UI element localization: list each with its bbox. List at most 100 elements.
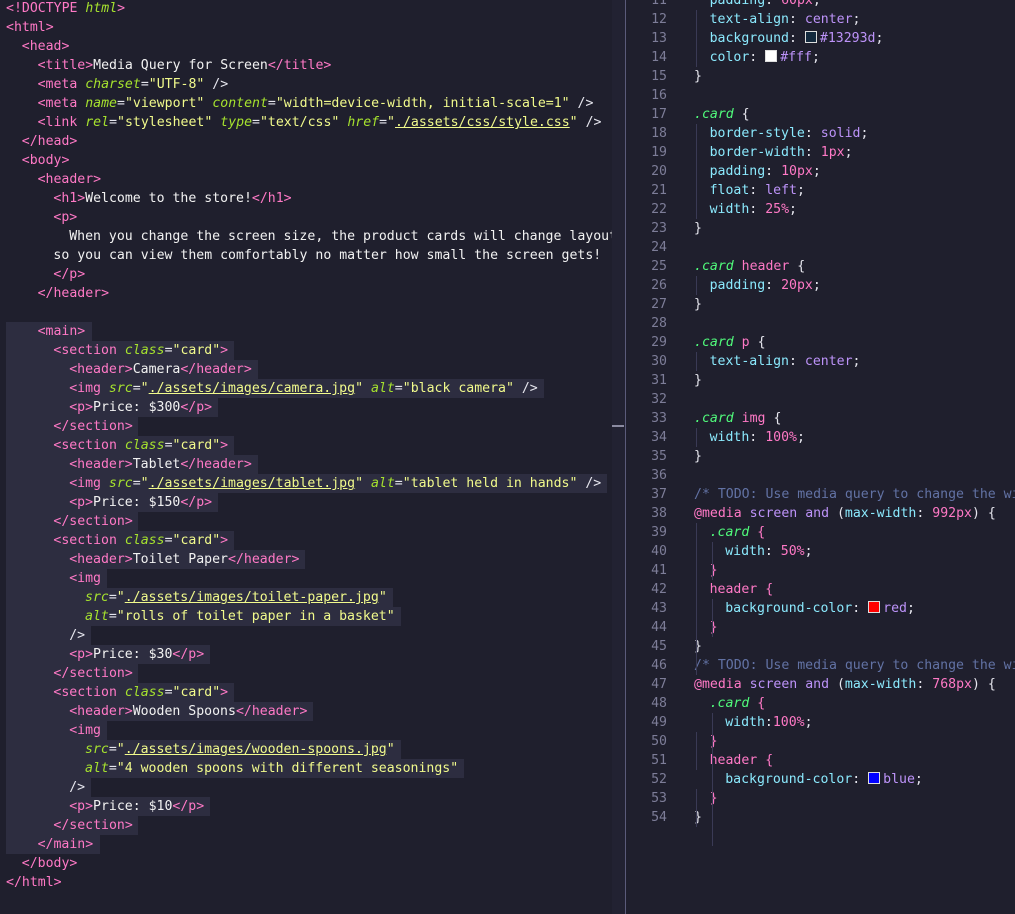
code-line[interactable]: <header>Wooden Spoons</header> — [6, 702, 612, 721]
color-swatch-icon[interactable] — [868, 772, 881, 784]
color-swatch-icon[interactable] — [804, 31, 817, 43]
code-line[interactable]: <header> — [6, 170, 612, 189]
code-line[interactable]: alt="rolls of toilet paper in a basket" — [6, 607, 612, 626]
code-line[interactable]: header { — [694, 751, 1015, 770]
code-line[interactable]: </main> — [6, 835, 612, 854]
css-code-area[interactable]: padding: 60px; text-align: center; backgro… — [694, 0, 1015, 846]
code-line[interactable]: } — [694, 789, 1015, 808]
code-line[interactable]: <section class="card"> — [6, 436, 612, 455]
code-line[interactable]: width: 100%; — [694, 428, 1015, 447]
code-line[interactable]: src="./assets/images/wooden-spoons.jpg" — [6, 740, 612, 759]
code-line[interactable]: <title>Media Query for Screen</title> — [6, 56, 612, 75]
code-line[interactable]: <h1>Welcome to the store!</h1> — [6, 189, 612, 208]
code-line[interactable]: <link rel="stylesheet" type="text/css" h… — [6, 113, 612, 132]
code-line[interactable]: } — [694, 219, 1015, 238]
code-line[interactable]: When you change the screen size, the pro… — [6, 227, 612, 246]
code-line[interactable]: so you can view them comfortably no matt… — [6, 246, 612, 265]
code-line[interactable]: } — [694, 371, 1015, 390]
code-line[interactable] — [694, 466, 1015, 485]
code-line[interactable]: <section class="card"> — [6, 341, 612, 360]
code-line[interactable] — [694, 238, 1015, 257]
code-line[interactable]: </section> — [6, 816, 612, 835]
code-line[interactable]: @media screen and (max-width: 768px) { — [694, 675, 1015, 694]
code-line[interactable]: <meta charset="UTF-8" /> — [6, 75, 612, 94]
code-line[interactable]: .card { — [694, 694, 1015, 713]
code-line[interactable]: header { — [694, 580, 1015, 599]
code-line[interactable]: .card header { — [694, 257, 1015, 276]
code-line[interactable]: float: left; — [694, 181, 1015, 200]
code-line[interactable]: } — [694, 732, 1015, 751]
code-line[interactable]: width: 25%; — [694, 200, 1015, 219]
code-line[interactable]: <html> — [6, 18, 612, 37]
code-line[interactable] — [694, 86, 1015, 105]
code-line[interactable]: width: 50%; — [694, 542, 1015, 561]
code-line[interactable]: } — [694, 561, 1015, 580]
code-line[interactable]: } — [694, 637, 1015, 656]
code-line[interactable]: </section> — [6, 417, 612, 436]
code-line[interactable]: } — [694, 447, 1015, 466]
color-swatch-icon[interactable] — [868, 601, 881, 613]
code-line[interactable]: .card { — [694, 105, 1015, 124]
code-line[interactable]: </section> — [6, 512, 612, 531]
pane-splitter[interactable] — [612, 0, 626, 914]
code-line[interactable]: .card img { — [694, 409, 1015, 428]
code-line[interactable]: <img — [6, 569, 612, 588]
code-line[interactable]: .card { — [694, 523, 1015, 542]
code-line[interactable]: color: #fff; — [694, 48, 1015, 67]
code-line[interactable]: /> — [6, 778, 612, 797]
html-code-area[interactable]: <!DOCTYPE html> <html> <head> <title>Media … — [6, 0, 612, 892]
code-line[interactable]: alt="4 wooden spoons with different seas… — [6, 759, 612, 778]
code-line[interactable]: /* TODO: Use media query to change the w… — [694, 485, 1015, 504]
code-line[interactable]: @media screen and (max-width: 992px) { — [694, 504, 1015, 523]
file-link[interactable]: ./assets/images/toilet-paper.jpg — [125, 590, 379, 605]
code-line[interactable]: <p>Price: $10</p> — [6, 797, 612, 816]
code-line[interactable]: background: #13293d; — [694, 29, 1015, 48]
code-line[interactable]: <img — [6, 721, 612, 740]
code-line[interactable]: <body> — [6, 151, 612, 170]
code-line[interactable]: .card p { — [694, 333, 1015, 352]
code-line[interactable]: src="./assets/images/toilet-paper.jpg" — [6, 588, 612, 607]
file-link[interactable]: ./assets/images/tablet.jpg — [149, 476, 355, 491]
code-line[interactable]: </head> — [6, 132, 612, 151]
code-line[interactable]: } — [694, 295, 1015, 314]
code-line[interactable]: border-style: solid; — [694, 124, 1015, 143]
code-line[interactable]: <p>Price: $300</p> — [6, 398, 612, 417]
code-line[interactable]: <img src="./assets/images/tablet.jpg" al… — [6, 474, 612, 493]
file-link[interactable]: ./assets/images/wooden-spoons.jpg — [125, 742, 387, 757]
code-line[interactable] — [6, 303, 612, 322]
code-line[interactable]: <p>Price: $30</p> — [6, 645, 612, 664]
code-line[interactable]: <header>Toilet Paper</header> — [6, 550, 612, 569]
css-editor-pane[interactable]: 11 12 13 14 15 16 17 18 19 20 21 22 23 24 25 26 27 28 29 30… — [625, 0, 1015, 914]
code-line[interactable]: <img src="./assets/images/camera.jpg" al… — [6, 379, 612, 398]
code-line[interactable]: text-align: center; — [694, 352, 1015, 371]
code-line[interactable] — [694, 390, 1015, 409]
code-line[interactable]: <p>Price: $150</p> — [6, 493, 612, 512]
file-link[interactable]: ./assets/css/style.css — [395, 115, 570, 130]
code-line[interactable]: /* TODO: Use media query to change the w… — [694, 656, 1015, 675]
code-line[interactable]: text-align: center; — [694, 10, 1015, 29]
file-link[interactable]: ./assets/images/camera.jpg — [149, 381, 355, 396]
code-line[interactable]: padding: 60px; — [694, 0, 1015, 10]
splitter-grip-icon[interactable] — [612, 425, 624, 427]
code-line[interactable] — [694, 314, 1015, 333]
code-line[interactable]: </body> — [6, 854, 612, 873]
code-line[interactable]: } — [694, 618, 1015, 637]
code-line[interactable]: </p> — [6, 265, 612, 284]
code-line[interactable]: border-width: 1px; — [694, 143, 1015, 162]
code-line[interactable]: width:100%; — [694, 713, 1015, 732]
code-line[interactable]: <main> — [6, 322, 612, 341]
code-line[interactable]: <header>Camera</header> — [6, 360, 612, 379]
code-line[interactable]: <section class="card"> — [6, 531, 612, 550]
code-line[interactable]: } — [694, 67, 1015, 86]
code-line[interactable]: <!DOCTYPE html> — [6, 0, 612, 18]
code-line[interactable]: background-color: red; — [694, 599, 1015, 618]
code-line[interactable]: </html> — [6, 873, 612, 892]
color-swatch-icon[interactable] — [765, 50, 778, 62]
code-line[interactable]: <meta name="viewport" content="width=dev… — [6, 94, 612, 113]
code-line[interactable]: /> — [6, 626, 612, 645]
code-line[interactable]: background-color: blue; — [694, 770, 1015, 789]
code-line[interactable]: padding: 10px; — [694, 162, 1015, 181]
code-line[interactable]: </header> — [6, 284, 612, 303]
html-editor-pane[interactable]: <!DOCTYPE html> <html> <head> <title>Media … — [0, 0, 612, 914]
code-line[interactable]: </section> — [6, 664, 612, 683]
